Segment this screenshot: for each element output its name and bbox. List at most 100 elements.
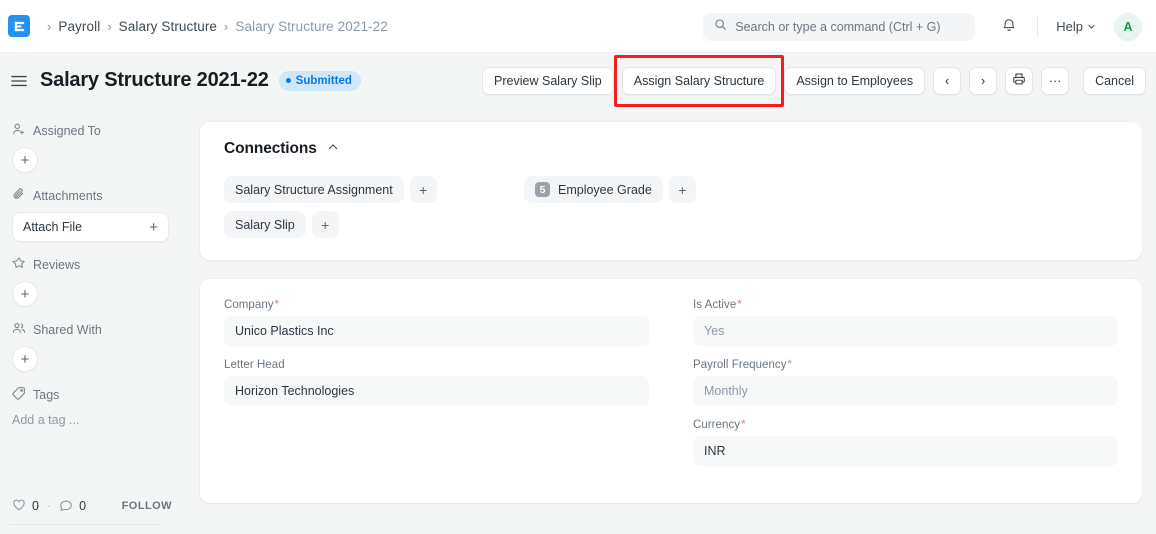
chevron-down-icon [1087,19,1096,34]
reviews-header: Reviews [12,256,170,273]
connection-count-badge: 5 [535,182,550,197]
sidebar-section-assigned-to: Assigned To + [12,122,170,173]
assign-to-employees-button[interactable]: Assign to Employees [784,67,925,95]
add-share-button[interactable]: + [12,346,38,372]
field-label: Company* [224,299,649,311]
attach-file-button[interactable]: Attach File + [12,212,169,242]
connections-grid-spacer [524,211,1118,238]
tags-label: Tags [33,388,59,402]
label-text: Company [224,299,274,311]
company-input[interactable]: Unico Plastics Inc [224,316,649,346]
breadcrumb-item-current: Salary Structure 2021-22 [235,19,387,34]
details-card: Company* Unico Plastics Inc Letter Head … [200,279,1142,503]
form-column-right: Is Active* Yes Payroll Frequency* Monthl… [693,299,1118,479]
label-text: Currency [693,419,740,431]
currency-input[interactable]: INR [693,436,1118,466]
breadcrumb-separator: › [107,20,111,33]
search-placeholder: Search or type a command (Ctrl + G) [735,20,940,34]
add-connection-button[interactable]: + [669,176,696,203]
add-assignment-button[interactable]: + [12,147,38,173]
breadcrumb-item-salary-structure[interactable]: Salary Structure [119,19,217,34]
connections-card: Connections Salary Structure Assignment … [200,122,1142,260]
chevron-up-icon[interactable] [327,140,339,158]
add-review-button[interactable]: + [12,281,38,307]
connection-employee-grade: 5 Employee Grade + [524,176,1118,203]
reviews-label: Reviews [33,258,80,272]
previous-record-button[interactable]: ‹ [933,67,961,95]
field-letter-head: Letter Head Horizon Technologies [224,359,649,406]
notifications-button[interactable] [995,13,1023,41]
field-payroll-frequency: Payroll Frequency* Monthly [693,359,1118,406]
label-text: Payroll Frequency [693,359,787,371]
tag-icon [12,386,26,403]
sidebar-section-reviews: Reviews + [12,256,170,307]
help-menu-button[interactable]: Help [1052,15,1100,38]
search-icon [714,18,727,36]
required-marker: * [741,419,746,431]
payroll-frequency-input[interactable]: Monthly [693,376,1118,406]
letter-head-input[interactable]: Horizon Technologies [224,376,649,406]
search-input[interactable]: Search or type a command (Ctrl + G) [703,13,975,41]
next-record-button[interactable]: › [969,67,997,95]
assign-salary-structure-highlight-wrap: Assign Salary Structure [622,67,777,95]
assign-salary-structure-button[interactable]: Assign Salary Structure [622,67,777,95]
sidebar-section-tags: Tags Add a tag ... [12,386,170,429]
printer-icon [1012,72,1026,89]
connection-salary-structure-assignment: Salary Structure Assignment + [224,176,524,203]
field-label: Currency* [693,419,1118,431]
label-text: Is Active [693,299,736,311]
is-active-input[interactable]: Yes [693,316,1118,346]
sidebar-footer-row: 0 · 0 FOLLOW [12,496,172,516]
status-label: Submitted [296,75,352,87]
status-badge: Submitted [279,71,361,91]
sidebar-divider [10,524,162,525]
page-actions: Preview Salary Slip Assign Salary Struct… [482,53,1146,108]
required-marker: * [737,299,742,311]
connection-link[interactable]: Salary Slip [224,211,306,238]
like-count: 0 [32,499,39,513]
page-title: Salary Structure 2021-22 [40,69,269,92]
add-tag-input[interactable]: Add a tag ... [12,411,170,429]
print-button[interactable] [1005,67,1033,95]
status-dot-icon [286,78,291,83]
form-column-left: Company* Unico Plastics Inc Letter Head … [224,299,649,479]
comment-icon[interactable] [59,498,73,515]
plus-icon: + [149,220,158,235]
field-label: Is Active* [693,299,1118,311]
footer-separator: · [47,499,51,513]
bell-icon [1001,17,1017,36]
page-header: Salary Structure 2021-22 Submitted Previ… [0,53,1156,108]
follow-button[interactable]: FOLLOW [122,500,172,512]
navbar-divider [1037,17,1038,37]
cancel-button[interactable]: Cancel [1083,67,1146,95]
attachments-label: Attachments [33,189,102,203]
preview-salary-slip-button[interactable]: Preview Salary Slip [482,67,614,95]
field-is-active: Is Active* Yes [693,299,1118,346]
breadcrumb-separator: › [47,20,51,33]
more-options-button[interactable]: ··· [1041,67,1069,95]
avatar[interactable]: A [1114,13,1142,41]
app-logo-icon[interactable] [8,15,30,37]
field-company: Company* Unico Plastics Inc [224,299,649,346]
connections-title: Connections [224,140,317,158]
help-label: Help [1056,19,1083,34]
field-label: Payroll Frequency* [693,359,1118,371]
connection-link[interactable]: Salary Structure Assignment [224,176,404,203]
heart-icon[interactable] [12,498,26,515]
breadcrumb: › Payroll › Salary Structure › Salary St… [40,19,388,34]
navbar-right: Search or type a command (Ctrl + G) Help… [703,0,1156,53]
user-plus-icon [12,122,26,139]
breadcrumb-item-payroll[interactable]: Payroll [58,19,100,34]
field-label: Letter Head [224,359,649,371]
breadcrumb-separator: › [224,20,228,33]
details-form: Company* Unico Plastics Inc Letter Head … [224,299,1118,479]
shared-with-label: Shared With [33,323,102,337]
connections-header[interactable]: Connections [224,140,339,158]
add-connection-button[interactable]: + [312,211,339,238]
sidebar-toggle-icon[interactable] [8,70,30,92]
field-currency: Currency* INR [693,419,1118,466]
connection-link[interactable]: 5 Employee Grade [524,176,663,203]
add-connection-button[interactable]: + [410,176,437,203]
comment-count: 0 [79,499,86,513]
required-marker: * [275,299,280,311]
